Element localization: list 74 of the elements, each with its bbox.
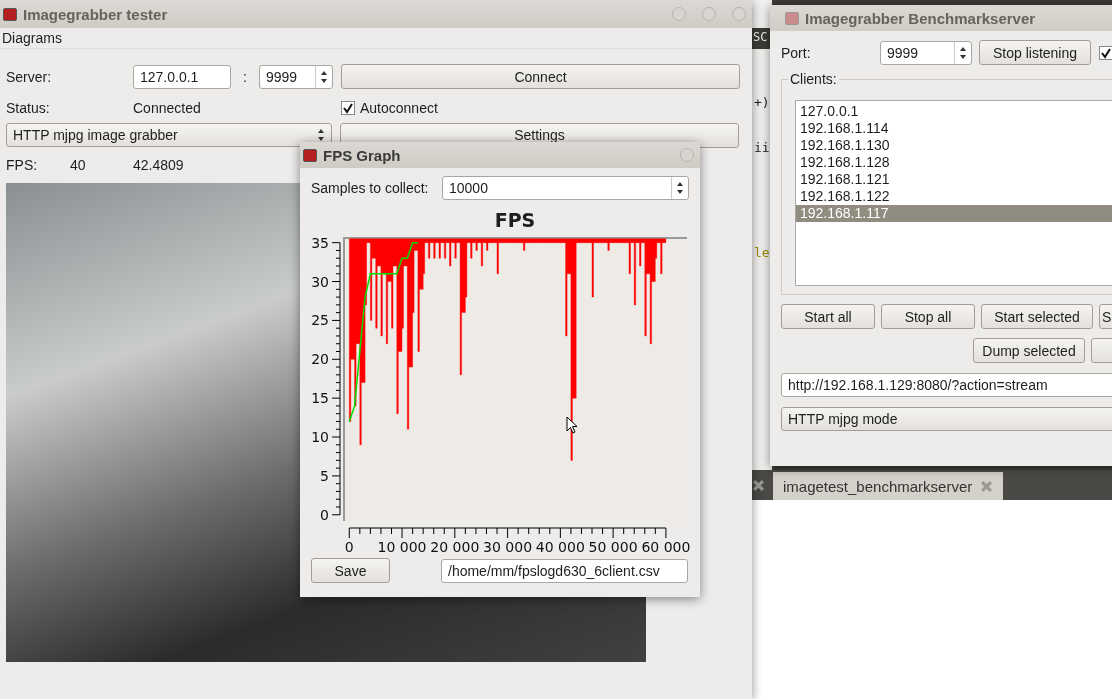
stop-listening-button[interactable]: Stop listening	[979, 40, 1091, 65]
samples-label: Samples to collect:	[311, 180, 430, 196]
window-control-button[interactable]	[680, 148, 694, 162]
connect-button[interactable]: Connect	[341, 64, 740, 89]
window-control-button[interactable]	[702, 7, 716, 21]
fps-label: FPS:	[6, 157, 39, 173]
x-tick-label: 30 000	[483, 539, 533, 555]
y-tick-label: 25	[311, 312, 329, 329]
y-tick-label: 20	[311, 351, 329, 368]
client-item[interactable]: 192.168.1.122	[796, 188, 1112, 205]
client-item[interactable]: 127.0.0.1	[796, 103, 1112, 120]
action-button[interactable]: Start selected	[981, 304, 1093, 329]
action-button[interactable]: Start all	[781, 304, 875, 329]
action-button[interactable]: S	[1099, 304, 1112, 329]
code-fragment: ii	[754, 140, 770, 155]
window-control-button[interactable]	[672, 7, 686, 21]
y-tick-label: 35	[311, 234, 329, 251]
y-tick-label: 30	[311, 273, 329, 290]
window-title: FPS Graph	[323, 146, 401, 164]
client-item[interactable]: 192.168.1.121	[796, 171, 1112, 188]
port-spinbox[interactable]: 9999	[880, 40, 972, 65]
group-label: Clients:	[788, 71, 839, 87]
y-tick-label: 0	[320, 506, 329, 523]
app-icon	[785, 11, 799, 25]
chart-title: FPS	[494, 209, 536, 231]
action-button[interactable]: Stop all	[881, 304, 975, 329]
status-label: Status:	[6, 100, 51, 116]
x-tick-label: 0	[344, 539, 354, 555]
mouse-pointer-icon	[566, 416, 578, 434]
close-icon[interactable]	[980, 479, 994, 493]
x-tick-label: 20 000	[430, 539, 480, 555]
window-control-button[interactable]	[732, 7, 746, 21]
fps-measured: 42.4809	[133, 157, 184, 173]
spin-arrows-icon	[959, 45, 967, 60]
port-spinbox[interactable]: 9999	[259, 64, 333, 89]
mode-dropdown[interactable]: HTTP mjpg mode	[781, 407, 1112, 431]
checkbox[interactable]	[1099, 45, 1112, 60]
y-tick-label: 10	[311, 429, 329, 446]
window-title: Imagegrabber tester	[23, 5, 168, 23]
checkbox[interactable]	[341, 101, 355, 115]
close-icon[interactable]	[752, 479, 765, 492]
menu-item[interactable]: Diagrams	[2, 30, 62, 46]
editor-tab[interactable]: imagetest_benchmarkserver	[773, 472, 1004, 500]
autoconnect-label: Autoconnect	[360, 100, 438, 116]
dump-selected-button[interactable]: Dump selected	[973, 338, 1085, 363]
fps-target: 40	[70, 157, 87, 173]
stream-url-field[interactable]: http://192.168.1.129:8080/?action=stream	[781, 373, 1112, 397]
save-button[interactable]: Save	[311, 558, 390, 583]
grabber-dropdown[interactable]: HTTP mjpg image grabber	[6, 123, 332, 147]
code-fragment: SC	[753, 30, 768, 44]
client-item[interactable]: 192.168.1.130	[796, 137, 1112, 154]
app-icon	[3, 7, 17, 21]
code-fragment: +)	[754, 95, 770, 110]
y-tick-label: 15	[311, 390, 329, 407]
spin-arrows-icon	[320, 69, 328, 84]
client-item[interactable]: 192.168.1.114	[796, 120, 1112, 137]
x-tick-label: 50 000	[588, 539, 638, 555]
host-field[interactable]: 127.0.0.1	[133, 64, 231, 89]
dropdown-arrows-icon	[317, 128, 325, 142]
x-tick-label: 10 000	[377, 539, 427, 555]
status-value: Connected	[133, 100, 202, 116]
file-path-field[interactable]: /home/mm/fpslogd630_6client.csv	[441, 558, 688, 583]
x-tick-label: 60 000	[641, 539, 691, 555]
separator-text: :	[242, 68, 248, 85]
x-tick-label: 40 000	[535, 539, 585, 555]
server-label: Server:	[6, 68, 53, 85]
window-title: Imagegrabber Benchmarkserver	[805, 9, 1036, 27]
y-tick-label: 5	[320, 467, 329, 484]
samples-spinbox[interactable]: 10000	[442, 176, 689, 200]
app-icon	[303, 148, 317, 162]
port-label: Port:	[781, 44, 812, 61]
spin-arrows-icon	[676, 181, 684, 195]
client-item[interactable]: 192.168.1.128	[796, 154, 1112, 171]
code-fragment: le	[754, 245, 770, 260]
